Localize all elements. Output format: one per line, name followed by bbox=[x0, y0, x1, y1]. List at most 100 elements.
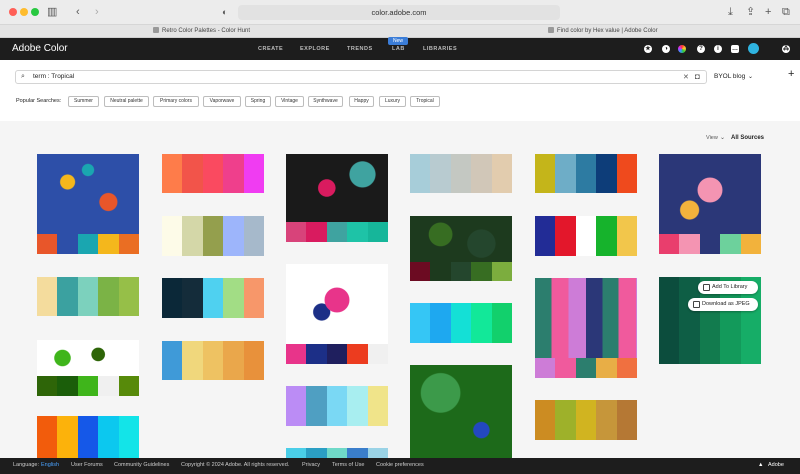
palette-card[interactable] bbox=[37, 154, 139, 254]
apps-icon[interactable]: ⁂ bbox=[782, 45, 790, 53]
favicon-icon bbox=[548, 27, 554, 33]
palette-swatch bbox=[347, 448, 369, 458]
share-icon[interactable]: ⇪ bbox=[746, 5, 755, 19]
add-icon[interactable]: + bbox=[788, 68, 794, 80]
footer-link-forums[interactable]: User Forums bbox=[71, 462, 103, 468]
tab-overview-icon[interactable]: ⧉ bbox=[782, 5, 790, 19]
download-jpeg-button[interactable]: Download as JPEG bbox=[688, 298, 758, 311]
palette-swatch bbox=[326, 222, 348, 242]
camera-icon[interactable]: ◘ bbox=[695, 72, 700, 81]
palette-card[interactable] bbox=[410, 216, 512, 281]
palette-artwork bbox=[37, 340, 139, 376]
palette-card[interactable] bbox=[162, 341, 264, 380]
palette-card[interactable] bbox=[162, 216, 264, 256]
tab-adobe-color[interactable]: Find color by Hex value | Adobe Color bbox=[548, 25, 658, 38]
palette-card[interactable] bbox=[286, 386, 388, 426]
palette-card[interactable] bbox=[37, 416, 139, 458]
palette-card[interactable] bbox=[286, 154, 388, 242]
palette-swatch bbox=[535, 358, 556, 378]
palette-swatch bbox=[223, 341, 245, 380]
copyright: Copyright © 2024 Adobe. All rights reser… bbox=[181, 462, 290, 468]
palette-card[interactable] bbox=[162, 278, 264, 318]
brand-logo[interactable]: Adobe Color bbox=[12, 43, 68, 54]
nav-lab[interactable]: LAB bbox=[392, 46, 405, 52]
palette-card[interactable] bbox=[286, 448, 388, 458]
popular-chip[interactable]: Luxury bbox=[379, 96, 406, 107]
contrast-icon[interactable]: ◑ bbox=[662, 45, 670, 53]
download-icon[interactable]: ⤓ bbox=[728, 5, 733, 19]
palette-swatch bbox=[367, 386, 388, 426]
nav-explore[interactable]: EXPLORE bbox=[300, 46, 330, 52]
search-input[interactable] bbox=[15, 70, 707, 84]
palette-card[interactable] bbox=[535, 400, 637, 440]
palette-swatch bbox=[347, 344, 368, 364]
popular-chip[interactable]: Happy bbox=[349, 96, 374, 107]
language-link[interactable]: English bbox=[41, 462, 59, 468]
chevron-down-icon[interactable]: ⌄ bbox=[748, 73, 753, 80]
footer-link-terms[interactable]: Terms of Use bbox=[332, 462, 364, 468]
add-to-library-button[interactable]: Add To Library bbox=[698, 281, 758, 294]
palette-card[interactable] bbox=[535, 278, 637, 378]
palette-swatch bbox=[202, 216, 224, 256]
minimize-window-button[interactable] bbox=[20, 8, 28, 16]
nav-create[interactable]: CREATE bbox=[258, 46, 283, 52]
popular-chip[interactable]: Vaporwave bbox=[203, 96, 241, 107]
popular-chip[interactable]: Synthwave bbox=[308, 96, 343, 107]
info-icon[interactable]: i bbox=[714, 45, 722, 53]
site-shield-icon[interactable]: ◐ bbox=[222, 5, 227, 19]
palette-card[interactable] bbox=[37, 340, 139, 396]
tab-color-hunt[interactable]: Retro Color Palettes - Color Hunt bbox=[153, 25, 250, 38]
palette-swatch bbox=[286, 386, 307, 426]
address-bar[interactable]: color.adobe.com bbox=[238, 5, 560, 20]
source-select[interactable]: BYOL blog bbox=[714, 70, 745, 84]
sidebar-toggle-icon[interactable]: ▥ bbox=[47, 5, 57, 19]
chevron-down-icon[interactable]: ⌄ bbox=[720, 134, 725, 141]
palette-card[interactable] bbox=[37, 277, 139, 316]
adobe-logo: ▲ bbox=[758, 462, 764, 468]
palette-card[interactable] bbox=[162, 154, 264, 193]
avatar[interactable] bbox=[748, 43, 759, 54]
new-tab-icon[interactable]: + bbox=[765, 5, 771, 19]
palette-card[interactable] bbox=[410, 154, 512, 193]
palette-card[interactable] bbox=[535, 216, 637, 256]
footer-link-guidelines[interactable]: Community Guidelines bbox=[114, 462, 169, 468]
palette-swatch bbox=[223, 216, 245, 256]
palette-swatch bbox=[535, 400, 556, 440]
palette-card[interactable] bbox=[410, 365, 512, 458]
palette-swatch bbox=[286, 344, 307, 364]
view-label: View bbox=[706, 135, 718, 141]
palette-swatch bbox=[596, 154, 618, 193]
nav-trends[interactable]: TRENDS bbox=[347, 46, 373, 52]
palette-swatch bbox=[555, 358, 576, 378]
clear-icon[interactable]: ✕ bbox=[683, 73, 689, 81]
back-icon[interactable]: ‹ bbox=[76, 5, 80, 19]
download-icon bbox=[693, 301, 700, 308]
popular-chip[interactable]: Neutral palette bbox=[104, 96, 149, 107]
palette-card[interactable] bbox=[535, 154, 637, 193]
popular-chip[interactable]: Primary colors bbox=[153, 96, 199, 107]
close-window-button[interactable] bbox=[9, 8, 17, 16]
palette-swatch bbox=[98, 234, 119, 254]
help-icon[interactable]: ? bbox=[697, 45, 705, 53]
star-icon[interactable]: ★ bbox=[644, 45, 652, 53]
palette-swatch bbox=[182, 154, 204, 193]
chat-icon[interactable]: … bbox=[731, 45, 739, 53]
palette-swatch bbox=[77, 416, 99, 458]
palette-card[interactable] bbox=[410, 303, 512, 343]
palette-card[interactable] bbox=[659, 154, 761, 254]
footer-link-privacy[interactable]: Privacy bbox=[302, 462, 320, 468]
palette-artwork bbox=[37, 154, 139, 234]
all-sources-select[interactable]: All Sources bbox=[731, 135, 764, 141]
zoom-window-button[interactable] bbox=[31, 8, 39, 16]
color-wheel-icon[interactable] bbox=[678, 45, 686, 53]
popular-chip[interactable]: Vintage bbox=[275, 96, 304, 107]
forward-icon[interactable]: › bbox=[95, 5, 99, 19]
popular-chip[interactable]: Tropical bbox=[410, 96, 440, 107]
palette-swatch bbox=[575, 358, 597, 378]
popular-chip[interactable]: Summer bbox=[68, 96, 99, 107]
palette-swatch bbox=[77, 376, 99, 396]
nav-libraries[interactable]: LIBRARIES bbox=[423, 46, 457, 52]
palette-card[interactable] bbox=[286, 264, 388, 364]
popular-chip[interactable]: Spring bbox=[245, 96, 271, 107]
footer-link-cookies[interactable]: Cookie preferences bbox=[376, 462, 424, 468]
